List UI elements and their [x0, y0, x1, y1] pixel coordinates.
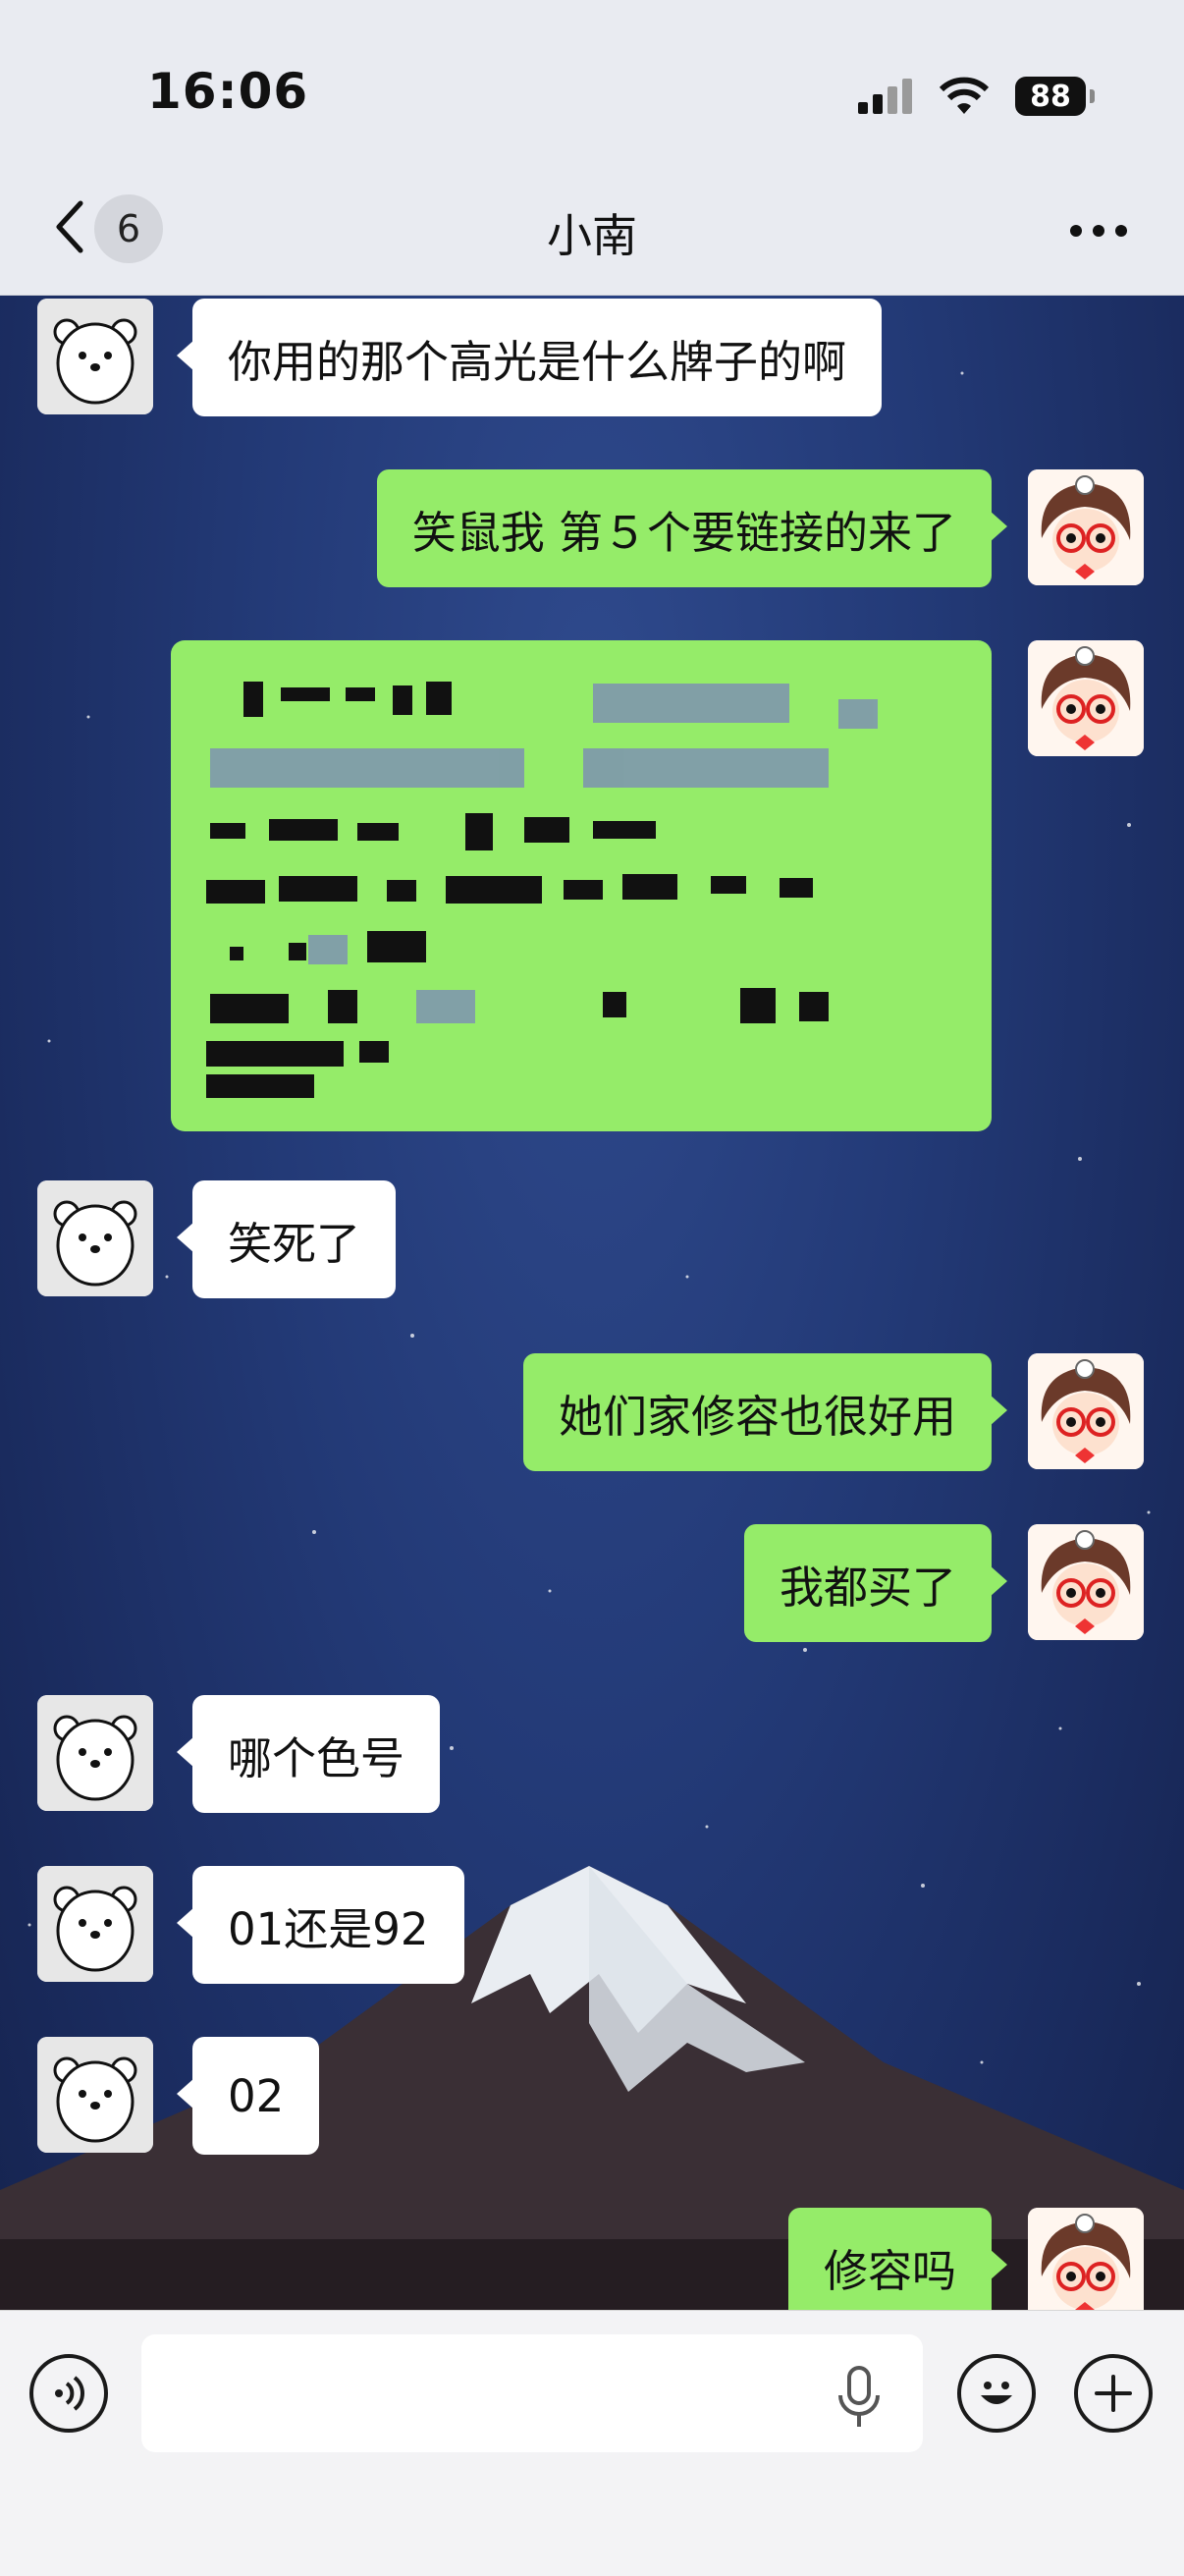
more-button[interactable]: [1064, 201, 1133, 260]
message-bubble-incoming[interactable]: 你用的那个高光是什么牌子的啊: [176, 299, 883, 416]
voice-toggle-button[interactable]: [29, 2354, 108, 2433]
message-input[interactable]: [141, 2334, 923, 2452]
my-avatar[interactable]: [1028, 1353, 1144, 1469]
bear-avatar-icon: [37, 1695, 153, 1811]
status-icons: 88: [858, 67, 1095, 126]
message-bubble-outgoing[interactable]: 她们家修容也很好用: [522, 1353, 1008, 1471]
message-bubble-outgoing[interactable]: 修容吗: [787, 2208, 1008, 2326]
bear-avatar-icon: [37, 1866, 153, 1982]
message-input-bar: [0, 2310, 1184, 2576]
message-bubble-incoming[interactable]: 哪个色号: [176, 1695, 441, 1813]
message-bubble-incoming[interactable]: 笑死了: [176, 1180, 397, 1298]
bear-avatar-icon: [37, 1180, 153, 1296]
girl-avatar-icon: [1028, 2208, 1144, 2324]
redaction-mosaic: [206, 682, 878, 1098]
microphone-icon: [838, 2366, 880, 2427]
my-avatar[interactable]: [1028, 640, 1144, 756]
more-actions-button[interactable]: [1074, 2354, 1153, 2433]
bear-avatar-icon: [37, 2037, 153, 2153]
message-bubble-redacted[interactable]: [171, 640, 992, 1131]
girl-avatar-icon: [1028, 1524, 1144, 1640]
message-bubble-outgoing[interactable]: 笑鼠我 第５个要链接的来了: [376, 469, 1008, 587]
contact-avatar[interactable]: [37, 1180, 153, 1296]
signal-icon: [858, 79, 912, 114]
chat-header: 16:06 88 6 小南: [0, 0, 1184, 296]
contact-avatar[interactable]: [37, 299, 153, 414]
girl-avatar-icon: [1028, 1353, 1144, 1469]
contact-avatar[interactable]: [37, 1866, 153, 1982]
contact-avatar[interactable]: [37, 1695, 153, 1811]
message-bubble-outgoing[interactable]: 我都买了: [743, 1524, 1008, 1642]
message-bubble-incoming[interactable]: 02: [176, 2037, 320, 2155]
emoji-icon: [981, 2382, 1012, 2404]
chat-title: 小南: [547, 209, 637, 262]
emoji-button[interactable]: [957, 2354, 1036, 2433]
message-bubble-incoming[interactable]: 01还是92: [177, 1866, 464, 1984]
contact-avatar[interactable]: [37, 2037, 153, 2153]
girl-avatar-icon: [1028, 640, 1144, 756]
my-avatar[interactable]: [1028, 469, 1144, 585]
battery-indicator: 88: [1015, 77, 1095, 116]
my-avatar[interactable]: [1028, 1524, 1144, 1640]
more-dots-icon: [1070, 225, 1127, 237]
voice-icon: [55, 2376, 84, 2411]
wifi-icon: [939, 77, 990, 114]
bear-avatar-icon: [37, 299, 153, 414]
my-avatar[interactable]: [1028, 2208, 1144, 2324]
mic-button[interactable]: [834, 2364, 884, 2433]
plus-icon: [1095, 2375, 1132, 2412]
status-time: 16:06: [147, 63, 309, 120]
girl-avatar-icon: [1028, 469, 1144, 585]
